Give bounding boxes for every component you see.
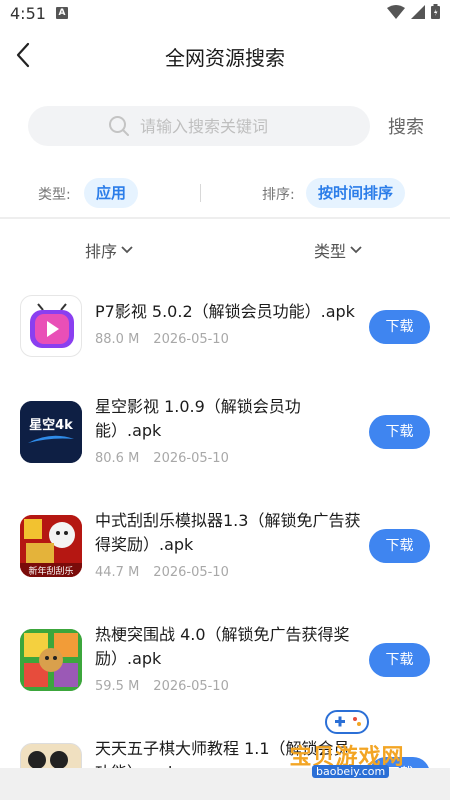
list-item[interactable]: 热梗突围战 4.0（解锁免广告获得奖励）.apk 59.5 M 2026-05-1… xyxy=(0,623,450,723)
wifi-icon xyxy=(387,4,405,19)
file-size: 59.5 M xyxy=(95,679,140,694)
type-filter-label: 类型: xyxy=(38,187,71,203)
chevron-down-icon xyxy=(121,246,133,254)
app-meta: 80.6 M 2026-05-10 xyxy=(95,451,229,466)
chevron-down-icon xyxy=(350,246,362,254)
list-item[interactable]: 新年刮刮乐 中式刮刮乐模拟器1.3（解锁免广告获得奖励）.apk 44.7 M 2… xyxy=(0,509,450,609)
section-divider xyxy=(0,217,450,219)
app-meta: 59.5 M 2026-05-10 xyxy=(95,679,229,694)
type-filter-chip[interactable]: 应用 xyxy=(84,178,139,208)
status-bar: 4:51 A xyxy=(0,0,450,26)
app-icon-label: 星空4k xyxy=(29,417,73,433)
search-row: 搜索 xyxy=(28,106,428,146)
app-meta: 88.0 M 2026-05-10 xyxy=(95,332,229,347)
upload-date: 2026-05-10 xyxy=(153,679,229,694)
download-button[interactable]: 下载 xyxy=(369,643,430,677)
app-name: P7影视 5.0.2（解锁会员功能）.apk xyxy=(95,302,355,321)
signal-icon xyxy=(411,4,425,19)
status-time: 4:51 xyxy=(10,3,46,23)
app-name: 热梗突围战 4.0（解锁免广告获得奖励）.apk xyxy=(95,625,350,668)
search-box[interactable] xyxy=(28,106,370,146)
sort-filter-label: 排序: xyxy=(262,187,295,203)
page-title: 全网资源搜索 xyxy=(165,46,285,70)
file-size: 80.6 M xyxy=(95,451,140,466)
battery-icon xyxy=(431,4,440,19)
type-dropdown[interactable]: 类型 xyxy=(314,238,362,262)
app-meta: 44.7 M 2026-05-10 xyxy=(95,565,229,580)
file-size: 88.0 M xyxy=(95,332,140,347)
sort-dropdown-label: 排序 xyxy=(85,242,118,261)
sort-dropdown[interactable]: 排序 xyxy=(85,238,133,262)
notification-icon: A xyxy=(55,7,68,19)
bottom-bar xyxy=(0,768,450,800)
header: 全网资源搜索 xyxy=(0,30,450,80)
search-button[interactable]: 搜索 xyxy=(388,113,424,139)
app-icon-label: 新年刮刮乐 xyxy=(28,565,73,577)
app-name: 星空影视 1.0.9（解锁会员功能）.apk xyxy=(95,397,301,440)
download-button[interactable]: 下载 xyxy=(369,529,430,563)
p7-video-app-icon xyxy=(20,295,82,357)
list-item[interactable]: P7影视 5.0.2（解锁会员功能）.apk 88.0 M 2026-05-10 … xyxy=(0,280,450,380)
search-input[interactable] xyxy=(140,116,290,136)
xingkong-4k-app-icon: 星空4k xyxy=(20,401,82,463)
sort-filter-chip[interactable]: 按时间排序 xyxy=(306,178,406,208)
filter-row: 类型: 应用 排序: 按时间排序 xyxy=(0,178,450,210)
download-button[interactable]: 下载 xyxy=(369,415,430,449)
list-item[interactable]: 星空4k 星空影视 1.0.9（解锁会员功能）.apk 80.6 M 2026-0… xyxy=(0,395,450,495)
search-icon xyxy=(109,116,129,136)
sort-bar: 排序 类型 xyxy=(0,238,450,264)
download-button[interactable]: 下载 xyxy=(369,310,430,344)
filter-divider xyxy=(200,184,201,202)
type-dropdown-label: 类型 xyxy=(314,242,347,261)
meme-game-app-icon xyxy=(20,629,82,691)
scratch-lottery-app-icon: 新年刮刮乐 xyxy=(20,515,82,577)
status-icons xyxy=(387,4,440,19)
upload-date: 2026-05-10 xyxy=(153,565,229,580)
app-name: 中式刮刮乐模拟器1.3（解锁免广告获得奖励）.apk xyxy=(95,511,361,554)
upload-date: 2026-05-10 xyxy=(153,332,229,347)
upload-date: 2026-05-10 xyxy=(153,451,229,466)
file-size: 44.7 M xyxy=(95,565,140,580)
